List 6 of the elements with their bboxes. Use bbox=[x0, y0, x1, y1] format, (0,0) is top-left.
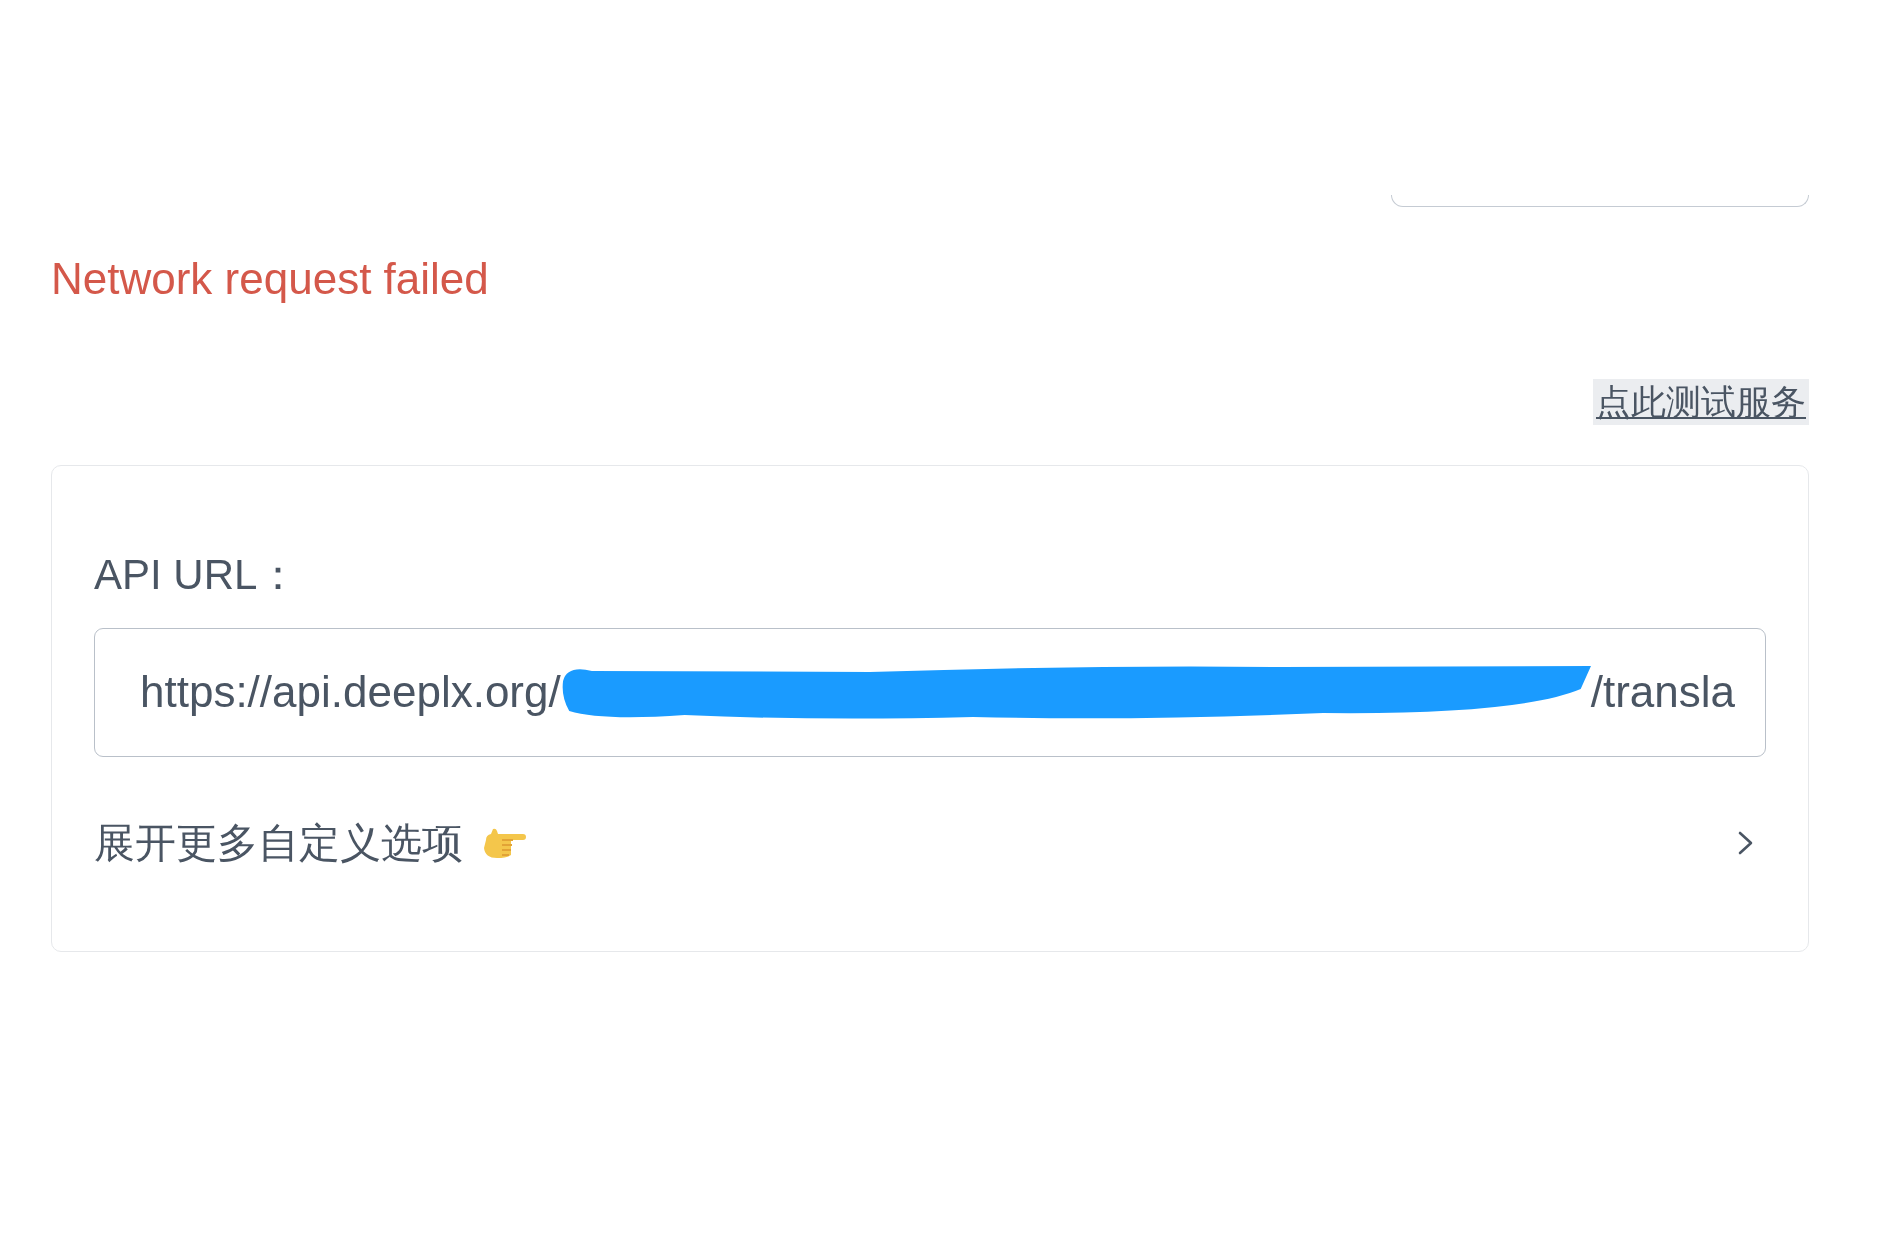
pointing-hand-icon bbox=[483, 828, 526, 859]
expand-options-toggle[interactable]: 展开更多自定义选项 bbox=[94, 813, 1766, 874]
api-url-label: API URL： bbox=[94, 549, 300, 600]
error-message: Network request failed bbox=[51, 253, 489, 305]
url-input[interactable]: https://api.deeplx.org/ /transla bbox=[94, 628, 1766, 758]
test-service-button[interactable]: 点此测试服务 bbox=[1593, 378, 1809, 425]
